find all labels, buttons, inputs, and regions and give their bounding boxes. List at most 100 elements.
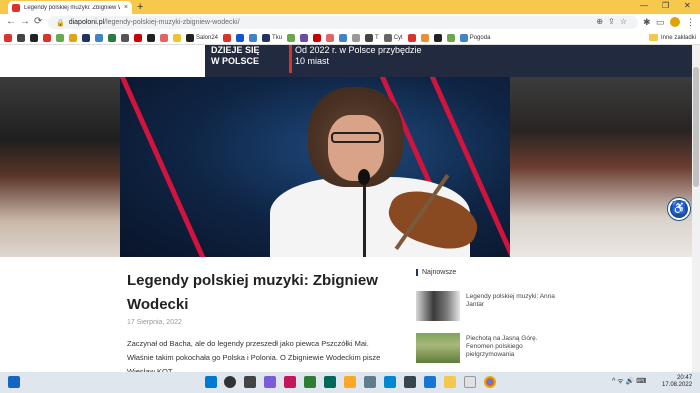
bookmark-item[interactable] [160, 33, 168, 42]
bookmark-item[interactable] [287, 33, 296, 42]
close-window-button[interactable]: ✕ [684, 1, 691, 10]
app-icon[interactable] [364, 376, 376, 388]
file-explorer-icon[interactable] [444, 376, 456, 388]
bookmark-item[interactable] [4, 33, 12, 42]
bookmark-favicon-icon [147, 33, 155, 42]
bookmark-item[interactable] [300, 33, 309, 42]
bookmark-favicon-icon [95, 33, 103, 42]
bookmark-item[interactable] [173, 33, 181, 42]
bookmark-item[interactable] [407, 33, 416, 42]
extensions-icon[interactable]: ✱ [643, 17, 651, 28]
latest-item-thumbnail[interactable] [416, 291, 460, 321]
page-scrollbar[interactable] [692, 45, 700, 372]
start-icon[interactable] [205, 376, 217, 388]
address-bar-actions[interactable]: ⊕⇪☆ [596, 17, 632, 26]
bookmark-item[interactable] [69, 33, 77, 42]
bookmark-favicon-icon [17, 33, 25, 42]
system-tray[interactable]: ^ ᯤ 🔊 ⌨ [612, 377, 646, 386]
bookmark-item[interactable] [236, 33, 245, 42]
app-icon[interactable] [424, 376, 436, 388]
bookmark-item[interactable]: Cyt [383, 33, 403, 42]
forward-button[interactable]: → [20, 16, 30, 28]
bookmark-item[interactable]: Tku [262, 33, 282, 42]
clock[interactable]: 20:47 17.08.2022 [662, 375, 692, 389]
reload-button[interactable]: ⟳ [34, 16, 42, 28]
app-icon[interactable] [464, 376, 476, 388]
latest-heading: Najnowsze [416, 269, 456, 276]
widgets-icon[interactable] [8, 376, 20, 388]
bookmark-item[interactable] [108, 33, 116, 42]
task-view-icon[interactable] [244, 376, 256, 388]
profile-avatar[interactable] [670, 17, 680, 27]
bookmark-item[interactable] [446, 33, 455, 42]
close-tab-icon[interactable]: × [124, 4, 128, 11]
bookmark-favicon-icon [223, 33, 232, 42]
bookmark-item[interactable] [223, 33, 232, 42]
windows-taskbar: ^ ᯤ 🔊 ⌨ 20:47 17.08.2022 [0, 372, 700, 393]
sidebar-panel-icon[interactable]: ▭ [656, 17, 665, 28]
bookmark-item[interactable] [147, 33, 155, 42]
clock-date: 17.08.2022 [662, 382, 693, 388]
bookmark-favicon-icon [160, 33, 168, 42]
bookmark-favicon-icon [326, 33, 335, 42]
banner-label-line: W POLSCE [211, 56, 260, 66]
hero-image-main [111, 77, 524, 257]
bookmark-favicon-icon [236, 33, 245, 42]
other-bookmarks-folder[interactable]: Inne zakładki [648, 34, 696, 41]
hero-image-right-blur [510, 77, 692, 257]
bookmark-item[interactable] [82, 33, 90, 42]
chrome-icon[interactable] [484, 376, 496, 388]
address-bar[interactable]: 🔒 diapoloni.pl /legendy-polskiej-muzyki-… [48, 16, 638, 29]
minimize-button[interactable]: — [640, 1, 648, 10]
bookmark-item[interactable] [30, 33, 38, 42]
bookmark-item[interactable] [43, 33, 51, 42]
app-icon[interactable] [284, 376, 296, 388]
bookmark-item[interactable] [95, 33, 103, 42]
bookmark-item[interactable] [339, 33, 348, 42]
bookmark-favicon-icon [300, 33, 309, 42]
bookmark-item[interactable] [134, 33, 142, 42]
accessibility-icon[interactable]: ♿ [668, 198, 690, 220]
scrollbar-thumb[interactable] [693, 67, 699, 187]
bookmark-item[interactable]: Salon24 [186, 33, 218, 42]
browser-tab[interactable]: Legendy polskiej muzyki: Zbigniew W × [8, 1, 132, 14]
bookmark-favicon-icon [383, 33, 392, 42]
new-tab-button[interactable]: + [137, 1, 143, 13]
latest-item[interactable]: Piechotą na Jasną Górę. Fenomen polskieg… [416, 333, 566, 363]
bookmark-item[interactable]: T [365, 33, 379, 42]
maximize-button[interactable]: ❐ [662, 1, 669, 10]
bookmark-item[interactable] [420, 33, 429, 42]
app-icon[interactable] [344, 376, 356, 388]
bookmark-item[interactable]: Pogoda [459, 33, 490, 42]
banner-label-line: DZIEJE SIĘ [211, 45, 260, 55]
top-news-banner[interactable]: DZIEJE SIĘ W POLSCE Od 2022 r. w Polsce … [205, 45, 692, 77]
menu-icon[interactable]: ⋮ [686, 17, 695, 28]
app-icon[interactable] [304, 376, 316, 388]
bookmark-item[interactable] [352, 33, 361, 42]
bookmark-item[interactable] [433, 33, 442, 42]
lock-icon: 🔒 [56, 19, 65, 27]
bookmark-item[interactable] [249, 33, 258, 42]
latest-item-thumbnail[interactable] [416, 333, 460, 363]
bookmark-item[interactable] [326, 33, 335, 42]
bookmark-favicon-icon [313, 33, 322, 42]
bookmark-favicon-icon [82, 33, 90, 42]
teams-icon[interactable] [264, 376, 276, 388]
other-bookmarks-label: Inne zakładki [660, 34, 696, 41]
skype-icon[interactable] [384, 376, 396, 388]
search-icon[interactable] [224, 376, 236, 388]
bookmark-favicon-icon [108, 33, 116, 42]
bookmark-favicon-icon [30, 33, 38, 42]
bookmark-item[interactable] [56, 33, 64, 42]
app-icon[interactable] [404, 376, 416, 388]
bookmark-favicon-icon [186, 33, 194, 42]
latest-item[interactable]: Legendy polskiej muzyki: Anna Jantar [416, 291, 566, 321]
banner-section-label: DZIEJE SIĘ W POLSCE [211, 45, 260, 67]
latest-item-title[interactable]: Legendy polskiej muzyki: Anna Jantar [466, 291, 566, 321]
app-icon[interactable] [324, 376, 336, 388]
latest-item-title[interactable]: Piechotą na Jasną Górę. Fenomen polskieg… [466, 333, 566, 363]
back-button[interactable]: ← [6, 16, 16, 28]
bookmark-item[interactable] [17, 33, 25, 42]
bookmark-item[interactable] [313, 33, 322, 42]
bookmark-item[interactable] [121, 33, 129, 42]
